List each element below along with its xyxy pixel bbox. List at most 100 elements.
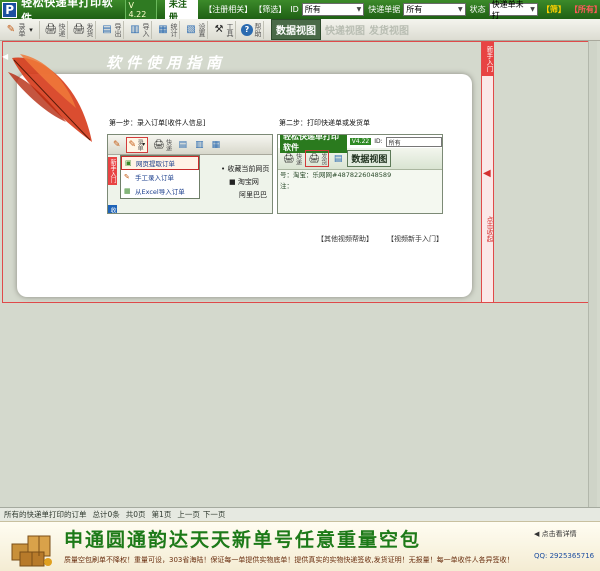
stats-icon: ▦ [158, 24, 168, 35]
enter-order-menu: ▣ 网页提取订单 ✎ 手工录入订单 ▦ 从Excel导入订单 [120, 155, 200, 199]
chevron-down-icon: ▼ [356, 6, 362, 13]
status-current-page: 第1页 [151, 510, 172, 519]
grid-icon: ▤ [178, 139, 188, 150]
step2-note-line: 注： [280, 182, 293, 190]
guide-title: 软件使用指南 [106, 54, 227, 72]
toolbar-button-help[interactable]: ? 帮助 [239, 20, 264, 39]
chevron-left-icon[interactable]: ◀ [483, 168, 491, 179]
step2-titlebar: 轻松快递单打印软件 V4.22 ID: 所有 [278, 135, 442, 153]
step1-screenshot: ✎ ✎ 录单 ▾ 🖨 快递 ▤ ▥ ▦ 新手入门 收件 ▣ 网页提取订单 ✎ 手工录… [107, 134, 273, 214]
step2-print-courier: 🖨 快递 [280, 150, 303, 167]
tool-label: 发货 [319, 152, 327, 165]
mini-tool-enter-order: ✎ 录单 ▾ [125, 136, 149, 153]
id-select-value: 所有 [304, 5, 321, 14]
tool-label: 发货 [86, 22, 94, 37]
printer-icon: 🖨 [44, 24, 58, 35]
pencil-icon: ✎ [128, 139, 137, 150]
id-label: ID [290, 5, 299, 14]
id-select[interactable]: 所有 ▼ [301, 3, 365, 16]
tool-label: 快递 [164, 138, 172, 151]
pencil-icon: ✎ [6, 24, 16, 35]
web-icon: ▣ [125, 159, 132, 167]
tab-data-view[interactable]: 数据视图 [271, 19, 321, 40]
next-page-link[interactable]: 下一页 [203, 509, 226, 520]
grid-icon: ▤ [333, 153, 343, 164]
step2-tab-data-view: 数据视图 [347, 150, 392, 167]
title-bar: P 轻松快递单打印软件 V 4.22 未注册 【注册相关】 【筛选】 ID 所有… [0, 0, 600, 25]
prev-page-link[interactable]: 上一页 [177, 509, 200, 520]
chevron-down-icon: ▼ [458, 6, 463, 13]
tool-label: 快递 [294, 152, 302, 165]
ad-subline: 质量空包刷单不降权！重量可设，303省海陆！保证每一单提供实物底单！提供真实的实… [64, 556, 514, 564]
export-icon: ▤ [102, 24, 112, 35]
chevron-down-icon: ▾ [142, 141, 146, 148]
step1-mini-toolbar: ✎ ✎ 录单 ▾ 🖨 快递 ▤ ▥ ▦ [108, 135, 272, 155]
tools-icon: ⚒ [214, 24, 224, 35]
side-label-receiver: 收件 [108, 205, 117, 213]
menu-item-excel: ▦ 从Excel导入订单 [121, 184, 199, 198]
toolbar-button-settings[interactable]: ▧ 设置 [183, 20, 208, 39]
courier-select[interactable]: 所有 ▼ [403, 3, 466, 16]
tool-label: 工具 [226, 22, 234, 37]
toolbar-button-tools[interactable]: ⚒ 工具 [211, 20, 236, 39]
excel-icon: ▦ [124, 187, 131, 195]
mini-tool-grid: ▤ [176, 137, 191, 153]
step2-id-label: ID: [374, 138, 383, 145]
filter-button[interactable]: 【筛】 [542, 4, 566, 15]
chevron-down-icon[interactable]: ▾ [25, 24, 37, 36]
all-button[interactable]: 【所有】 [570, 4, 600, 15]
toolbar-button-stats[interactable]: ▦ 统计 [155, 20, 180, 39]
grid-icon: ▦ [211, 139, 221, 150]
help-icon: ? [241, 23, 253, 36]
toolbar-button-import[interactable]: ▥ 导入 [127, 20, 152, 39]
bullet-alibaba: 阿里巴巴 [239, 191, 267, 199]
printer-icon: 🖨 [308, 153, 320, 164]
toolbar-button-enter-order[interactable]: ✎ 录单 ▾ [3, 20, 40, 39]
rail-collapse-label[interactable]: 点击收起 [483, 216, 494, 242]
menu-item-label: 手工录入订单 [135, 174, 174, 182]
video-intro-link[interactable]: 【视频新手入门】 [387, 234, 443, 244]
pencil-icon: ✎ [113, 139, 121, 150]
bullet-taobao: ■ 淘宝网 [229, 178, 259, 186]
pencil-icon: ✎ [124, 173, 130, 181]
other-video-help-link[interactable]: 【其他视频帮助】 [317, 234, 373, 244]
chevron-down-icon: ▼ [530, 6, 535, 13]
step1-title: 第一步：录入订单[收件人信息] [109, 119, 206, 127]
register-link[interactable]: 【注册相关】 [204, 4, 252, 15]
menu-item-web-extract: ▣ 网页提取订单 [121, 156, 199, 170]
toolbar-button-print-ship[interactable]: 🖨 发货 [71, 20, 96, 39]
tab-ship-view[interactable]: 发货视图 [369, 22, 409, 37]
import-icon: ▥ [130, 24, 140, 35]
main-toolbar: ✎ 录单 ▾ 🖨 快递 🖨 发货 ▤ 导出 ▥ 导入 ▦ 统计 ▧ 设置 ⚒ 工… [0, 19, 600, 41]
vertical-scrollbar[interactable] [588, 41, 597, 507]
courier-label: 快递单据 [368, 5, 401, 14]
step2-screenshot: 轻松快递单打印软件 V4.22 ID: 所有 🖨 快递 🖨 发货 ▤ 数据视图 … [277, 134, 443, 214]
status-text: 所有的快递单打印的订单 [4, 510, 87, 519]
mini-tool-back: ✎ [110, 137, 124, 153]
toolbar-button-print-courier[interactable]: 🖨 快递 [43, 20, 68, 39]
status-select[interactable]: 快递单未打 ▼ [488, 0, 538, 20]
step2-version: V4.22 [349, 138, 372, 145]
status-select-value: 快递单未打 [491, 0, 524, 20]
newbie-rail[interactable]: 新手入门 ◀ 点击收起 [481, 42, 494, 302]
mini-tool-grid2: ▥ [192, 137, 207, 153]
ad-banner[interactable]: 申通圆通韵达天天新单号任意重量空包 质量空包刷单不降权！重量可设，303省海陆！… [0, 521, 600, 571]
tool-label: 录单 [18, 22, 26, 37]
ad-qq: QQ: 2925365716 [534, 552, 595, 560]
step2-print-ship: 🖨 发货 [305, 150, 329, 167]
step2-toolbar: 🖨 快递 🖨 发货 ▤ 数据视图 [278, 148, 442, 170]
tool-label: 设置 [198, 22, 206, 37]
tab-courier-view[interactable]: 快递视图 [325, 22, 365, 37]
status-bar: 所有的快递单打印的订单 总计0条 共0页 第1页 上一页 下一页 [0, 507, 600, 521]
rail-newbie-label: 新手入门 [482, 42, 494, 76]
guide-panel: ◀ 软件使用指南 第一步：录入订单[收件人信息] ✎ ✎ 录单 ▾ 🖨 快递 ▤… [2, 41, 596, 303]
step2-title: 第二步：打印快递单或发货单 [279, 119, 370, 127]
grid-icon: ▥ [195, 139, 204, 150]
filter-link[interactable]: 【筛选】 [254, 4, 286, 15]
status-label: 状态 [469, 5, 486, 14]
step2-grid: ▤ [331, 150, 346, 167]
status-total: 总计0条 [92, 510, 120, 519]
toolbar-button-export[interactable]: ▤ 导出 [99, 20, 124, 39]
ad-detail-link[interactable]: ◀ 点击看详情 [534, 529, 577, 539]
menu-item-manual: ✎ 手工录入订单 [121, 170, 199, 184]
